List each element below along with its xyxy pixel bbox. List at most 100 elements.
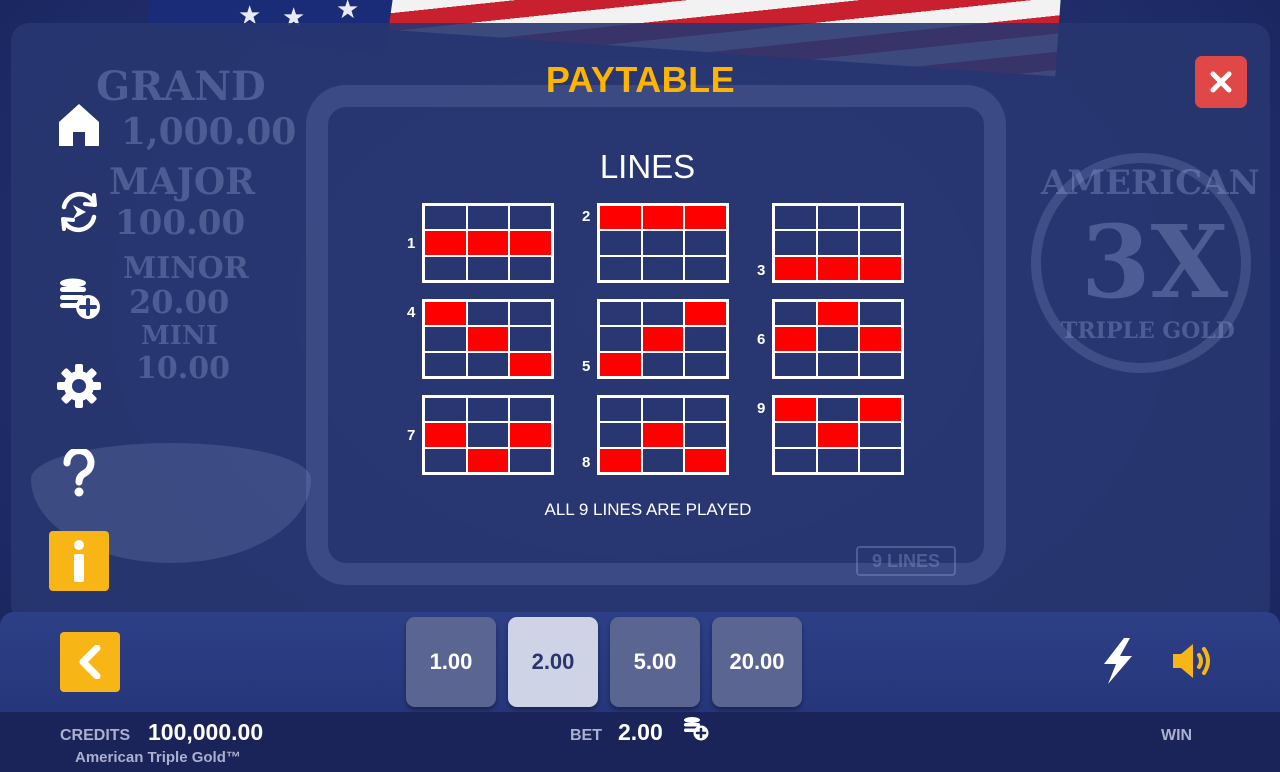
- lightning-icon: [1104, 638, 1132, 684]
- payline-5: [597, 299, 729, 379]
- payline-cell-active: [816, 255, 860, 281]
- close-button[interactable]: [1195, 56, 1247, 108]
- payline-number: 5: [582, 358, 591, 375]
- payline-cell-active: [684, 447, 727, 473]
- bet-chip-5[interactable]: 5.00: [610, 617, 700, 707]
- payline-number: 3: [757, 262, 766, 279]
- lines-badge-backdrop: 9 LINES: [856, 546, 956, 576]
- bet-chip-label: 2.00: [531, 649, 575, 674]
- payline-cell-active: [859, 397, 902, 423]
- payline-cell-active: [509, 230, 552, 256]
- payline-cell-active: [641, 326, 685, 352]
- payline-cell-active: [859, 326, 902, 352]
- payline-cell: [684, 230, 727, 256]
- payline-cell: [816, 230, 860, 256]
- payline-cell: [774, 301, 817, 327]
- bet-coins-icon: [60, 278, 100, 319]
- bet-chip-1[interactable]: 1.00: [406, 617, 496, 707]
- close-icon: [1210, 71, 1232, 93]
- payline-cell: [641, 301, 685, 327]
- jackpot-label-mini: MINI: [141, 321, 218, 351]
- payline-cell: [684, 326, 727, 352]
- credits-value: 100,000.00: [148, 719, 264, 745]
- help-button[interactable]: [49, 443, 109, 503]
- payline-cell: [509, 301, 552, 327]
- payline-cell-active: [641, 205, 685, 231]
- payline-cell: [684, 422, 727, 448]
- payline-7: [422, 395, 554, 475]
- payline-cell-active: [774, 255, 817, 281]
- payline-cell: [859, 301, 902, 327]
- bet-value: 2.00: [618, 719, 663, 745]
- payline-cell: [641, 255, 685, 281]
- payline-cell: [424, 397, 467, 423]
- payline-cell-active: [859, 255, 902, 281]
- payline-cell: [684, 397, 727, 423]
- payline-cell: [599, 230, 642, 256]
- sound-button[interactable]: [1170, 640, 1216, 682]
- payline-cell: [641, 230, 685, 256]
- lines-badge-text: 9 LINES: [871, 551, 941, 571]
- bet-settings-button[interactable]: [49, 268, 109, 328]
- payline-cell-active: [424, 422, 467, 448]
- payline-cell-active: [684, 301, 727, 327]
- payline-cell: [859, 230, 902, 256]
- payline-cell-active: [599, 447, 642, 473]
- payline-cell: [859, 447, 902, 473]
- bet-chip-label: 20.00: [729, 649, 785, 674]
- payline-cell-active: [816, 301, 860, 327]
- payline-cell: [424, 255, 467, 281]
- payline-cell: [466, 397, 510, 423]
- jackpot-value-minor: 20.00: [129, 283, 230, 321]
- bet-coins-icon: [684, 717, 709, 741]
- payline-cell: [509, 447, 552, 473]
- bet-chip-2[interactable]: 2.00: [508, 617, 598, 707]
- settings-button[interactable]: [49, 356, 109, 416]
- jackpot-value-grand: 1,000.00: [121, 111, 297, 153]
- bet-chip-label: 1.00: [429, 649, 473, 674]
- info-icon: [74, 540, 84, 582]
- gear-icon: [57, 364, 101, 408]
- payline-cell: [859, 205, 902, 231]
- payline-cell: [424, 205, 467, 231]
- payline-cell: [466, 255, 510, 281]
- autoplay-icon: [61, 191, 97, 233]
- payline-cell: [466, 422, 510, 448]
- payline-cell-active: [509, 422, 552, 448]
- turbo-button[interactable]: [1096, 636, 1140, 686]
- payline-4: [422, 299, 554, 379]
- bet-label: BET: [570, 727, 602, 744]
- payline-1: [422, 203, 554, 283]
- bet-adjust-button[interactable]: [682, 716, 710, 747]
- win-label: WIN: [1161, 727, 1193, 744]
- payline-cell: [466, 351, 510, 377]
- payline-cell: [509, 205, 552, 231]
- game-name: American Triple Gold™: [75, 749, 241, 766]
- payline-cell-active: [774, 326, 817, 352]
- payline-cell: [684, 351, 727, 377]
- payline-number: 1: [407, 235, 416, 252]
- payline-cell: [424, 351, 467, 377]
- autoplay-button[interactable]: [49, 182, 109, 242]
- payline-cell-active: [599, 205, 642, 231]
- payline-6: [772, 299, 904, 379]
- payline-cell: [424, 447, 467, 473]
- home-icon: [59, 104, 99, 146]
- payline-cell: [599, 422, 642, 448]
- payline-cell: [599, 397, 642, 423]
- payline-cell: [466, 301, 510, 327]
- payline-cell: [599, 326, 642, 352]
- jackpot-label-minor: MINOR: [123, 251, 249, 286]
- jackpot-value-mini: 10.00: [136, 351, 230, 386]
- payline-2: [597, 203, 729, 283]
- payline-number: 4: [407, 304, 416, 321]
- star-icon: ★: [336, 0, 360, 24]
- back-button[interactable]: [60, 632, 120, 692]
- bet-chip-20[interactable]: 20.00: [712, 617, 802, 707]
- payline-cell: [816, 447, 860, 473]
- payline-cell-active: [816, 422, 860, 448]
- payline-cell: [816, 397, 860, 423]
- home-button[interactable]: [49, 95, 109, 155]
- payline-cell-active: [466, 326, 510, 352]
- info-button[interactable]: [49, 531, 109, 591]
